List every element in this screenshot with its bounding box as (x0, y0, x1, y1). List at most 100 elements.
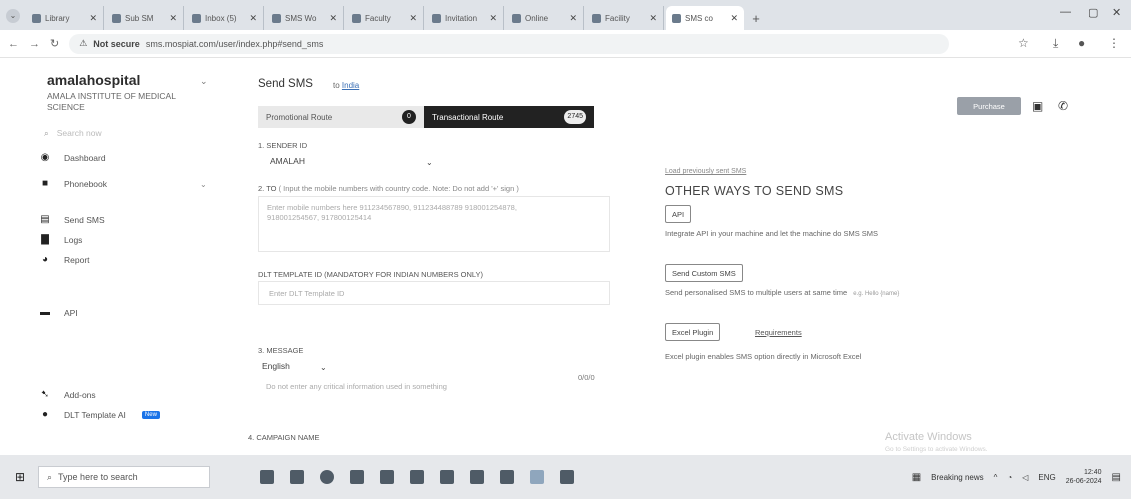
chevron-down-icon[interactable]: ⌄ (426, 158, 433, 167)
to-label-text: 2. TO (258, 184, 277, 193)
previous-sms-link[interactable]: Load previously sent SMS (665, 168, 746, 175)
close-tab-icon[interactable]: ✕ (89, 13, 97, 24)
brand-subtitle: AMALA INSTITUTE OF MEDICAL SCIENCE (47, 91, 176, 112)
activate-windows-title: Activate Windows (885, 431, 972, 443)
dlt-template-icon: ● (41, 409, 49, 420)
chrome-icon[interactable] (530, 470, 544, 484)
tab-label: Facility (605, 13, 630, 23)
phonebook-icon: ■ (41, 178, 49, 189)
sidebar-item-dashboard[interactable]: ◉ Dashboard (40, 152, 106, 164)
app-icon[interactable] (440, 470, 454, 484)
excel-plugin-button[interactable]: Excel Plugin (665, 323, 721, 341)
tab-promotional-route[interactable]: Promotional Route 0 (258, 106, 424, 128)
sidebar-item-phonebook[interactable]: ■ Phonebook ⌄ (40, 178, 207, 190)
chat-icon[interactable]: ▣ (1032, 99, 1043, 113)
sidebar-item-api[interactable]: ▬ API (40, 308, 78, 319)
sidebar-item-report[interactable]: ◕ Report (40, 255, 90, 266)
phone-icon[interactable]: ✆ (1058, 99, 1068, 113)
language-select[interactable]: English (262, 361, 290, 371)
tab-search-icon[interactable]: ⌄ (6, 9, 20, 23)
bookmark-star-icon[interactable]: ☆ (1018, 36, 1029, 50)
store-icon[interactable] (350, 470, 364, 484)
close-tab-icon[interactable]: ✕ (169, 13, 177, 24)
close-tab-icon[interactable]: ✕ (409, 13, 417, 24)
forward-icon[interactable]: → (29, 38, 40, 50)
clock[interactable]: 12:40 26-06-2024 (1066, 468, 1102, 486)
download-icon[interactable]: ⤓ (1053, 36, 1058, 51)
maximize-icon[interactable]: ▢ (1088, 6, 1098, 19)
taskbar-search[interactable]: ⌕ Type here to search (38, 466, 210, 488)
app-icon[interactable] (500, 470, 514, 484)
tab-label: SMS Wo (285, 13, 317, 23)
other-ways-title: OTHER WAYS TO SEND SMS (665, 184, 844, 198)
sidebar-item-add-ons[interactable]: ➷ Add-ons (40, 390, 96, 401)
browser-tab[interactable]: Facility ✕ (586, 6, 664, 30)
task-view-icon[interactable] (290, 470, 304, 484)
send-sms-icon: ▤ (40, 214, 50, 225)
dlt-template-input[interactable]: Enter DLT Template ID (258, 281, 610, 305)
tab-label: Faculty (365, 13, 391, 23)
browser-tab[interactable]: Library ✕ (26, 6, 104, 30)
news-label[interactable]: Breaking news (931, 473, 983, 482)
network-icon[interactable]: ◔ (1007, 473, 1012, 482)
taskbar-app-icon[interactable] (260, 470, 274, 484)
sidebar: amalahospital ⌄ AMALA INSTITUTE OF MEDIC… (0, 58, 230, 455)
close-tab-icon[interactable]: ✕ (329, 13, 337, 24)
sidebar-item-logs[interactable]: ▇ Logs (40, 235, 82, 246)
edge-icon[interactable] (320, 470, 334, 484)
message-placeholder[interactable]: Do not enter any critical information us… (266, 382, 447, 392)
close-tab-icon[interactable]: ✕ (569, 13, 577, 24)
new-tab-button[interactable]: + (746, 6, 766, 30)
browser-tab[interactable]: SMS Wo ✕ (266, 6, 344, 30)
news-icon[interactable]: ▦ (912, 472, 921, 483)
tab-transactional-route[interactable]: Transactional Route 2745 (424, 106, 594, 128)
purchase-button[interactable]: Purchase (957, 97, 1021, 115)
country-link[interactable]: India (342, 81, 359, 90)
close-tab-icon[interactable]: ✕ (249, 13, 257, 24)
dlt-placeholder: Enter DLT Template ID (269, 289, 345, 298)
route-tabs: Promotional Route 0 Transactional Route … (258, 106, 594, 128)
tab-label: SMS co (685, 13, 714, 23)
security-label: Not secure (93, 38, 140, 49)
browser-tab[interactable]: Inbox (5) ✕ (186, 6, 264, 30)
language-indicator[interactable]: ENG (1038, 473, 1055, 482)
sidebar-item-send-sms[interactable]: ▤ Send SMS (40, 214, 104, 226)
close-tab-icon[interactable]: ✕ (649, 13, 657, 24)
minimize-icon[interactable]: — (1060, 6, 1071, 18)
browser-tab[interactable]: Invitation ✕ (426, 6, 504, 30)
to-textarea[interactable]: Enter mobile numbers here 911234567890, … (258, 196, 610, 252)
sidebar-search[interactable]: ⌕ Search now (44, 126, 184, 140)
file-explorer-icon[interactable] (380, 470, 394, 484)
close-tab-icon[interactable]: ✕ (489, 13, 497, 24)
send-custom-sms-button[interactable]: Send Custom SMS (665, 264, 743, 282)
chevron-down-icon[interactable]: ⌄ (200, 180, 207, 189)
browser-tab[interactable]: Faculty ✕ (346, 6, 424, 30)
app-icon[interactable] (470, 470, 484, 484)
reload-icon[interactable]: ↻ (50, 37, 59, 50)
mail-icon[interactable] (410, 470, 424, 484)
chevron-down-icon[interactable]: ⌄ (320, 363, 327, 372)
tray-chevron-icon[interactable]: ^ (994, 473, 998, 482)
notification-icon[interactable]: ▤ (1112, 472, 1121, 483)
api-button[interactable]: API (665, 205, 692, 223)
sidebar-item-dlt-template-ai[interactable]: ● DLT Template AI New (40, 410, 160, 420)
taskbar: ⊞ ⌕ Type here to search ▦ Breaking news … (0, 455, 1131, 499)
tab-label: Invitation (445, 13, 478, 23)
back-icon[interactable]: ← (8, 38, 19, 50)
browser-tab[interactable]: Sub SM ✕ (106, 6, 184, 30)
requirements-link[interactable]: Requirements (755, 328, 802, 337)
dashboard-icon: ◉ (40, 152, 50, 163)
sender-id-select[interactable]: AMALAH (270, 156, 305, 166)
close-tab-icon[interactable]: ✕ (730, 13, 738, 24)
chevron-down-icon[interactable]: ⌄ (200, 76, 208, 87)
app-icon[interactable] (560, 470, 574, 484)
tab-label: Inbox (5) (205, 13, 237, 23)
volume-icon[interactable]: ◁ (1022, 473, 1028, 482)
windows-start-icon[interactable]: ⊞ (6, 463, 34, 491)
url-field[interactable]: ⚠ Not secure sms.mospiat.com/user/index.… (69, 33, 950, 54)
browser-tab[interactable]: Online ✕ (506, 6, 584, 30)
close-window-icon[interactable]: ✕ (1112, 6, 1121, 19)
browser-menu-icon[interactable]: ⋮ (1108, 36, 1120, 50)
browser-tab[interactable]: SMS co ✕ (666, 6, 744, 30)
profile-icon[interactable]: ● (1078, 36, 1085, 50)
